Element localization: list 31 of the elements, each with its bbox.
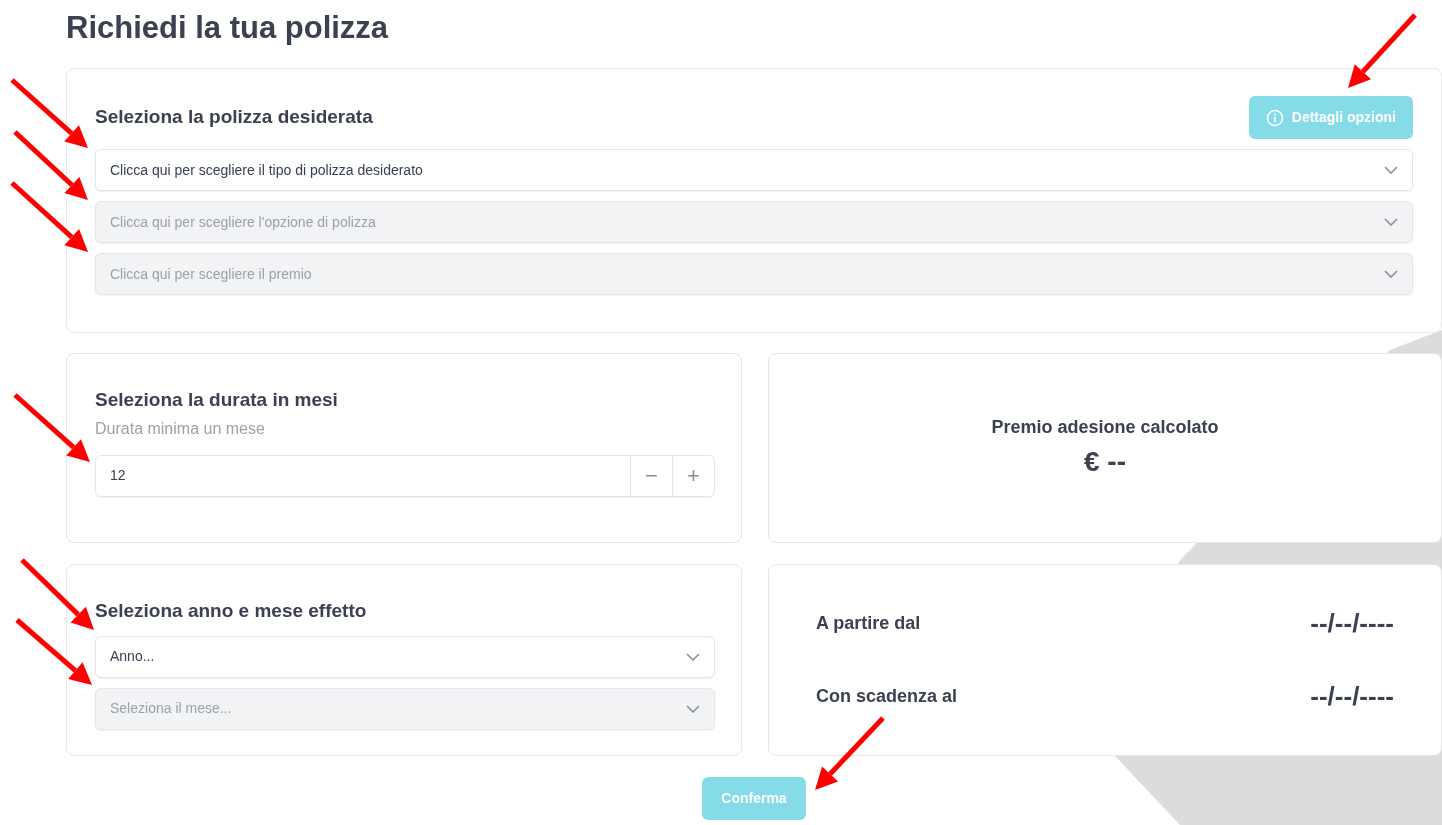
info-icon [1265, 108, 1284, 127]
chevron-down-icon [1384, 218, 1398, 226]
section-heading: Seleziona la polizza desiderata [95, 105, 373, 130]
dropdown-field[interactable]: Clicca qui per scegliere il tipo di polizza desiderato [95, 149, 1413, 191]
dropdown-field[interactable]: Anno... [95, 635, 715, 678]
section-heading: Seleziona anno e mese effetto [95, 599, 368, 623]
annotation-arrow-icon [13, 130, 88, 200]
chevron-down-icon [686, 704, 700, 713]
hint-text: Durata minima un mese [95, 418, 266, 439]
chevron-down-icon [686, 652, 700, 661]
date-label: A partire dal [816, 612, 921, 635]
field-value: 12 [109, 466, 127, 485]
annotation-arrow-icon [1348, 13, 1417, 88]
annotation-arrow-icon [20, 558, 94, 630]
date-label: Con scadenza al [816, 685, 958, 708]
section-heading: Seleziona la durata in mesi [95, 388, 339, 412]
premium-amount: € -- [1084, 444, 1126, 479]
chevron-down-icon [1384, 270, 1398, 278]
annotation-arrow-icon [10, 78, 88, 148]
annotation-arrow-icon [10, 181, 88, 252]
decrement-button[interactable]: − [630, 455, 672, 496]
annotation-arrow-icon [13, 393, 90, 462]
date-value: --/--/---- [1310, 607, 1394, 640]
date-value: --/--/---- [1310, 680, 1394, 713]
number-field[interactable]: 12 − + [95, 454, 715, 497]
annotation-arrow-icon [15, 618, 92, 685]
annotation-arrow-icon [815, 716, 885, 790]
page-title: Richiedi la tua polizza [66, 9, 389, 47]
chevron-down-icon [1384, 166, 1398, 174]
increment-button[interactable]: + [672, 455, 714, 496]
premium-label: Premio adesione calcolato [991, 415, 1219, 439]
